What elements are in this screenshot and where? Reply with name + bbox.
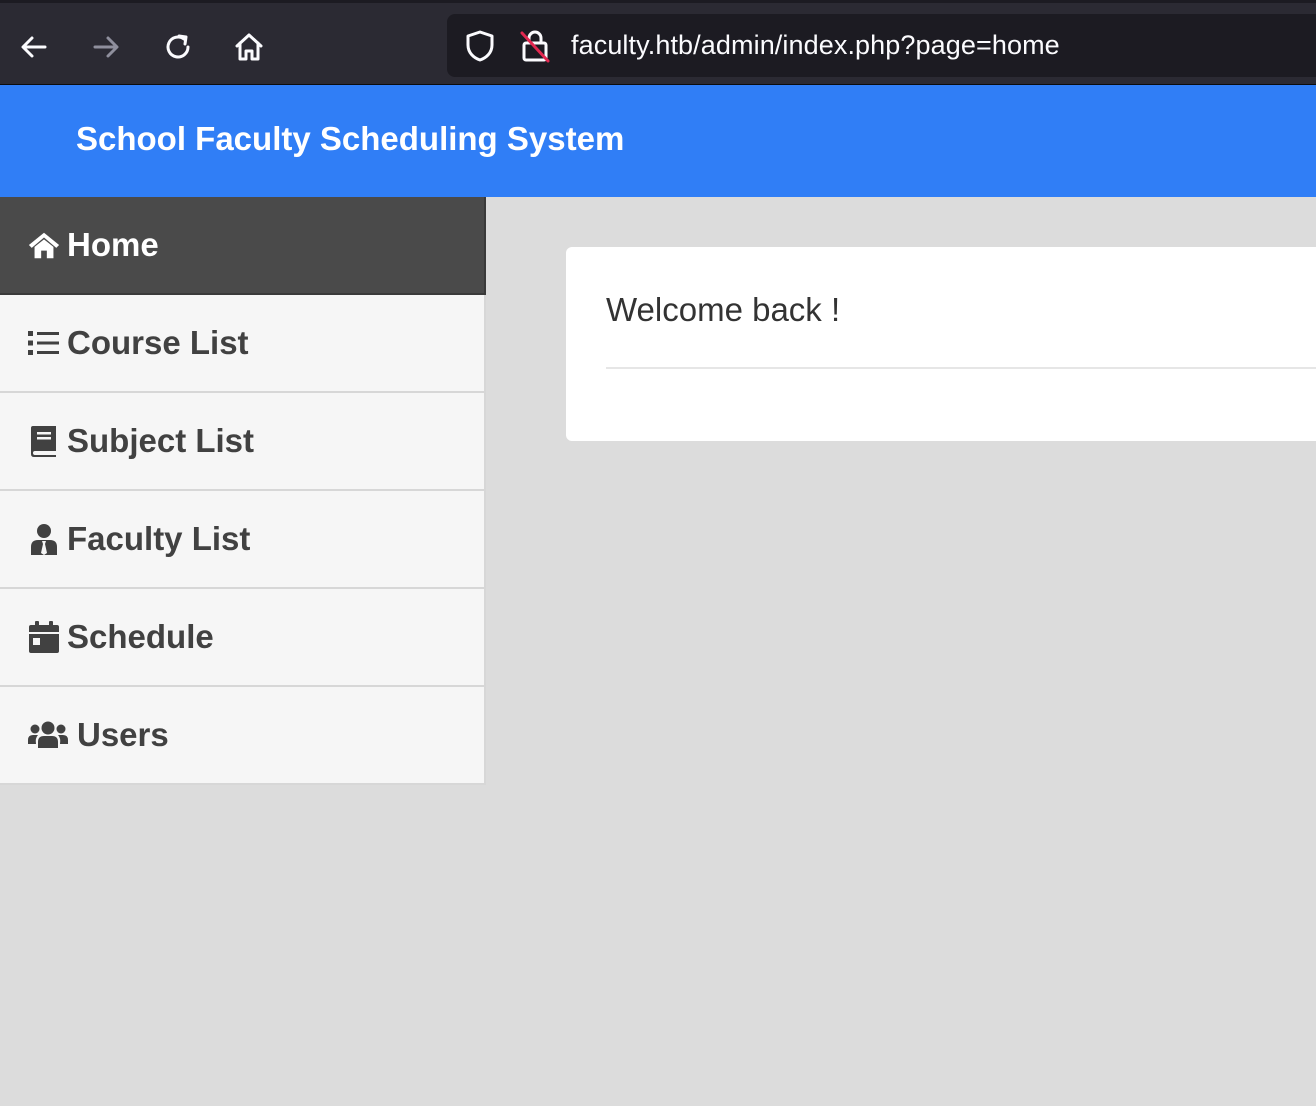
sidebar-item-course-list[interactable]: Course List bbox=[0, 295, 486, 393]
sidebar-item-home[interactable]: Home bbox=[0, 197, 486, 295]
sidebar-item-label: Users bbox=[77, 716, 169, 753]
home-icon bbox=[27, 228, 61, 262]
reload-button[interactable] bbox=[158, 27, 198, 67]
sidebar-item-faculty-list[interactable]: Faculty List bbox=[0, 491, 486, 589]
insecure-lock-icon[interactable] bbox=[519, 28, 551, 64]
back-button[interactable] bbox=[14, 27, 54, 67]
sidebar-item-label: Home bbox=[67, 226, 159, 263]
sidebar-item-label: Subject List bbox=[67, 422, 255, 459]
welcome-card: Welcome back ! bbox=[566, 247, 1316, 441]
url-bar[interactable]: faculty.htb/admin/index.php?page=home bbox=[447, 14, 1316, 77]
users-icon bbox=[27, 718, 69, 752]
welcome-message: Welcome back ! bbox=[606, 291, 841, 328]
arrow-left-icon bbox=[21, 36, 47, 58]
sidebar-item-label: Schedule bbox=[67, 618, 214, 655]
url-text[interactable]: faculty.htb/admin/index.php?page=home bbox=[571, 30, 1060, 61]
arrow-right-icon bbox=[93, 36, 119, 58]
sidebar-item-label: Course List bbox=[67, 324, 249, 361]
sidebar-item-users[interactable]: Users bbox=[0, 687, 486, 785]
forward-button[interactable] bbox=[86, 27, 126, 67]
home-button[interactable] bbox=[229, 27, 269, 67]
home-icon bbox=[235, 33, 263, 61]
user-tie-icon bbox=[27, 522, 61, 556]
shield-icon[interactable] bbox=[463, 29, 497, 63]
browser-toolbar: faculty.htb/admin/index.php?page=home bbox=[0, 0, 1316, 85]
calendar-icon bbox=[27, 620, 61, 654]
app-header: School Faculty Scheduling System bbox=[0, 85, 1316, 197]
reload-icon bbox=[166, 34, 190, 59]
list-icon bbox=[27, 326, 61, 360]
divider bbox=[606, 367, 1316, 369]
sidebar-item-label: Faculty List bbox=[67, 520, 251, 557]
sidebar-item-schedule[interactable]: Schedule bbox=[0, 589, 486, 687]
book-icon bbox=[27, 424, 61, 458]
sidebar: Home Course List Subject List Faculty Li… bbox=[0, 197, 486, 785]
sidebar-item-subject-list[interactable]: Subject List bbox=[0, 393, 486, 491]
app-title: School Faculty Scheduling System bbox=[76, 120, 625, 157]
